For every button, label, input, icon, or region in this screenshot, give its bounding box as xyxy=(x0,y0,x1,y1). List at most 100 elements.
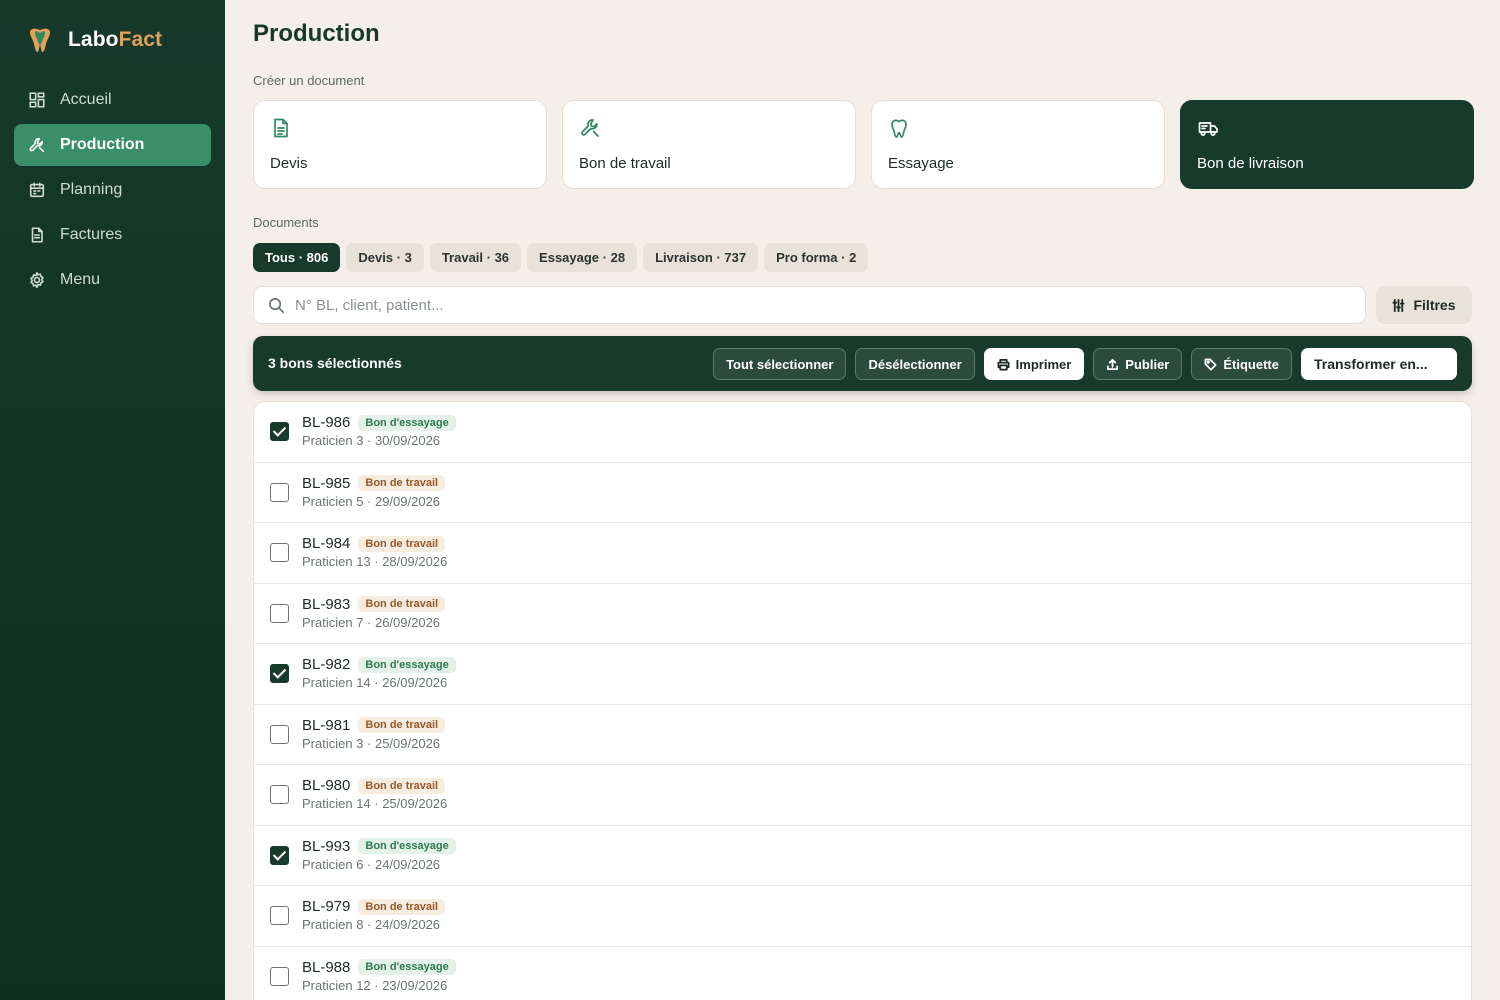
app-logo[interactable]: LaboFact xyxy=(26,26,162,54)
tooth-icon xyxy=(891,119,907,138)
sliders-icon xyxy=(1392,298,1406,312)
filter-chip-livraison[interactable]: Livraison · 737 xyxy=(643,243,759,272)
sidebar: LaboFact Accueil Production Planning Fac… xyxy=(0,0,225,1000)
document-id: BL-988 xyxy=(302,958,351,976)
label-button[interactable]: Étiquette xyxy=(1191,348,1292,380)
row-header: BL-985 Bon de travail xyxy=(302,474,446,492)
sidebar-item-factures[interactable]: Factures xyxy=(14,214,211,256)
row-checkbox[interactable] xyxy=(270,422,289,441)
row-checkbox[interactable] xyxy=(270,966,289,986)
document-meta: Praticien 3 · 30/09/2026 xyxy=(302,433,441,448)
row-header: BL-984 Bon de travail xyxy=(302,535,446,552)
tooth-logo-icon xyxy=(30,28,50,52)
deselect-button[interactable]: Désélectionner xyxy=(855,348,975,380)
row-checkbox[interactable] xyxy=(270,482,289,502)
document-meta: Praticien 6 · 24/09/2026 xyxy=(302,856,441,872)
document-id: BL-986 xyxy=(302,414,351,431)
row-checkbox[interactable] xyxy=(270,785,289,804)
filter-chip-devis[interactable]: Devis · 3 xyxy=(346,243,424,272)
document-type-badge: Bon de travail xyxy=(358,717,446,733)
sidebar-item-accueil[interactable]: Accueil xyxy=(14,79,211,121)
document-id: BL-985 xyxy=(302,474,351,492)
row-checkbox[interactable] xyxy=(270,664,289,683)
printer-icon xyxy=(997,358,1010,370)
wrench-icon xyxy=(29,137,45,153)
document-meta: Praticien 7 · 26/09/2026 xyxy=(302,614,441,630)
app-name-prefix: Labo xyxy=(68,28,119,51)
document-meta: Praticien 14 · 26/09/2026 xyxy=(302,675,448,690)
table-row[interactable]: BL-980 Bon de travail Praticien 14 · 25/… xyxy=(254,765,1471,826)
transform-label: Transformer en... xyxy=(1314,356,1428,372)
gear-icon xyxy=(30,271,44,289)
label-button-label: Étiquette xyxy=(1223,356,1279,372)
filter-chip-essayage[interactable]: Essayage · 28 xyxy=(527,243,638,272)
print-button[interactable]: Imprimer xyxy=(983,348,1085,380)
row-checkbox[interactable] xyxy=(270,543,289,562)
calendar-icon xyxy=(29,182,45,198)
create-devis-card[interactable]: Devis xyxy=(253,100,547,189)
sidebar-item-production[interactable]: Production xyxy=(14,124,211,166)
sidebar-item-menu[interactable]: Menu xyxy=(14,259,211,301)
sidebar-item-label: Menu xyxy=(60,271,101,288)
row-checkbox[interactable] xyxy=(270,724,289,744)
row-header: BL-981 Bon de travail xyxy=(302,716,446,734)
row-header: BL-983 Bon de travail xyxy=(302,595,446,613)
document-id: BL-984 xyxy=(302,535,351,552)
search-input[interactable] xyxy=(295,296,1295,314)
document-meta: Praticien 12 · 23/09/2026 xyxy=(302,977,448,993)
table-row[interactable]: BL-988 Bon d'essayage Praticien 12 · 23/… xyxy=(254,947,1471,1000)
selection-count: 3 bons sélectionnés xyxy=(268,355,402,371)
page-title: Production xyxy=(253,20,380,47)
table-row[interactable]: BL-981 Bon de travail Praticien 3 · 25/0… xyxy=(254,705,1471,765)
document-meta: Praticien 14 · 25/09/2026 xyxy=(302,796,448,811)
card-label: Bon de travail xyxy=(579,155,671,172)
document-id: BL-983 xyxy=(302,595,351,613)
card-label: Bon de livraison xyxy=(1197,155,1304,172)
table-row[interactable]: BL-993 Bon d'essayage Praticien 6 · 24/0… xyxy=(254,826,1471,886)
truck-icon xyxy=(1198,122,1218,137)
filter-chip-pro-forma[interactable]: Pro forma · 2 xyxy=(764,243,869,272)
document-type-badge: Bon de travail xyxy=(358,475,446,491)
document-type-badge: Bon d'essayage xyxy=(358,959,456,975)
row-checkbox[interactable] xyxy=(270,845,289,865)
table-row[interactable]: BL-985 Bon de travail Praticien 5 · 29/0… xyxy=(254,463,1471,523)
create-bon-de-travail-card[interactable]: Bon de travail xyxy=(562,100,856,189)
table-row[interactable]: BL-986 Bon d'essayage Praticien 3 · 30/0… xyxy=(254,402,1471,463)
document-filter-chips: Tous · 806 Devis · 3 Travail · 36 Essaya… xyxy=(253,243,869,272)
card-label: Essayage xyxy=(888,155,954,172)
print-label: Imprimer xyxy=(1015,356,1072,372)
table-row[interactable]: BL-982 Bon d'essayage Praticien 14 · 26/… xyxy=(254,644,1471,705)
table-row[interactable]: BL-979 Bon de travail Praticien 8 · 24/0… xyxy=(254,886,1471,947)
create-bon-de-livraison-card[interactable]: Bon de livraison xyxy=(1180,100,1474,189)
document-id: BL-980 xyxy=(302,777,351,794)
filter-chip-tous[interactable]: Tous · 806 xyxy=(253,243,341,272)
sidebar-item-label: Accueil xyxy=(60,91,112,108)
sidebar-item-label: Planning xyxy=(60,181,123,198)
document-type-badge: Bon de travail xyxy=(358,777,446,794)
table-row[interactable]: BL-984 Bon de travail Praticien 13 · 28/… xyxy=(254,523,1471,584)
search-icon xyxy=(269,297,285,313)
filters-button[interactable]: Filtres xyxy=(1376,286,1472,324)
dashboard-icon xyxy=(29,92,45,108)
filter-chip-travail[interactable]: Travail · 36 xyxy=(429,243,522,272)
document-id: BL-981 xyxy=(302,716,351,734)
upload-icon xyxy=(1107,358,1119,370)
document-type-badge: Bon de travail xyxy=(358,898,446,915)
row-header: BL-986 Bon d'essayage xyxy=(302,414,456,431)
row-header: BL-988 Bon d'essayage xyxy=(302,959,456,976)
document-id: BL-993 xyxy=(302,837,351,855)
publish-button[interactable]: Publier xyxy=(1093,348,1183,380)
select-all-button[interactable]: Tout sélectionner xyxy=(713,348,847,380)
row-checkbox[interactable] xyxy=(270,603,289,623)
transform-button[interactable]: Transformer en... xyxy=(1301,348,1457,380)
row-header: BL-979 Bon de travail xyxy=(302,898,446,915)
deselect-label: Désélectionner xyxy=(868,356,962,372)
publish-label: Publier xyxy=(1125,356,1170,372)
row-checkbox[interactable] xyxy=(270,906,289,925)
sidebar-item-planning[interactable]: Planning xyxy=(14,169,211,211)
table-row[interactable]: BL-983 Bon de travail Praticien 7 · 26/0… xyxy=(254,584,1471,644)
create-essayage-card[interactable]: Essayage xyxy=(871,100,1165,189)
document-icon xyxy=(31,227,43,243)
document-meta: Praticien 13 · 28/09/2026 xyxy=(302,554,448,569)
sidebar-item-label: Factures xyxy=(60,226,123,243)
